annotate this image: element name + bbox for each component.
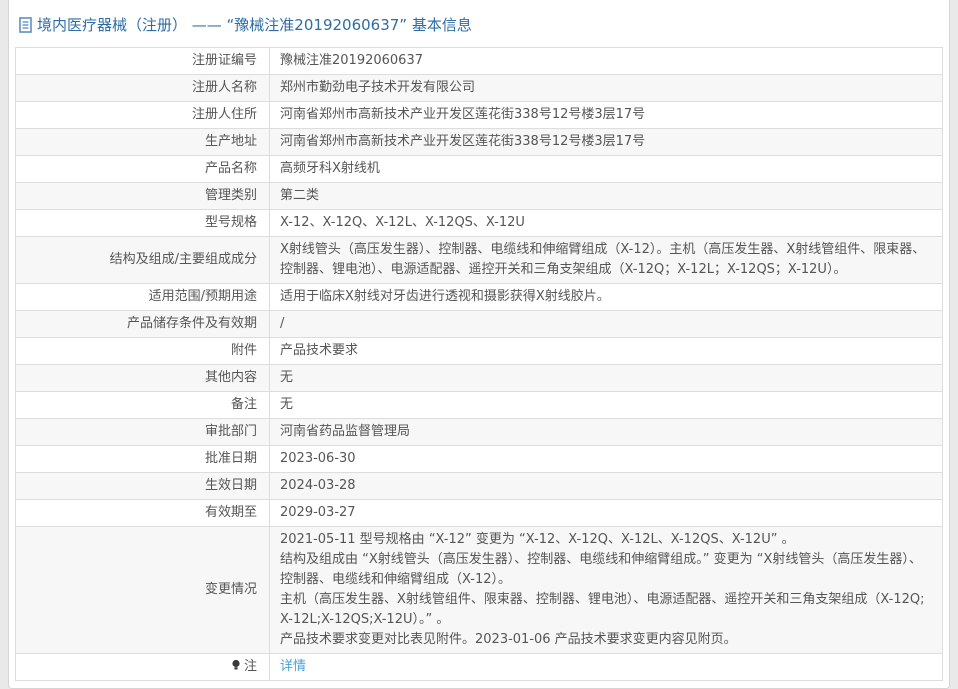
row-label: 结构及组成/主要组成成分 (16, 237, 270, 284)
row-label-note: 注 (16, 654, 270, 681)
table-row: 备注 无 (16, 392, 943, 419)
row-value: 郑州市勤劲电子技术开发有限公司 (270, 75, 943, 102)
content-panel: 境内医疗器械（注册） —— “豫械注准20192060637” 基本信息 注册证… (8, 0, 950, 689)
table-row: 审批部门 河南省药品监督管理局 (16, 419, 943, 446)
row-label: 其他内容 (16, 365, 270, 392)
table-row: 结构及组成/主要组成成分 X射线管头（高压发生器）、控制器、电缆线和伸缩臂组成（… (16, 237, 943, 284)
row-value: 河南省药品监督管理局 (270, 419, 943, 446)
row-label: 型号规格 (16, 210, 270, 237)
table-row: 有效期至 2029-03-27 (16, 500, 943, 527)
table-row: 生效日期 2024-03-28 (16, 473, 943, 500)
row-label: 变更情况 (16, 527, 270, 654)
row-value: 产品技术要求 (270, 338, 943, 365)
row-value-change-history: 2021-05-11 型号规格由 “X-12” 变更为 “X-12、X-12Q、… (270, 527, 943, 654)
row-value: / (270, 311, 943, 338)
table-row: 注册人住所 河南省郑州市高新技术产业开发区莲花街338号12号楼3层17号 (16, 102, 943, 129)
table-row: 生产地址 河南省郑州市高新技术产业开发区莲花街338号12号楼3层17号 (16, 129, 943, 156)
row-value: 豫械注准20192060637 (270, 48, 943, 75)
row-value: 第二类 (270, 183, 943, 210)
row-value: X-12、X-12Q、X-12L、X-12QS、X-12U (270, 210, 943, 237)
page-title-bar: 境内医疗器械（注册） —— “豫械注准20192060637” 基本信息 (15, 0, 943, 47)
row-value: 2024-03-28 (270, 473, 943, 500)
row-value-note: 详情 (270, 654, 943, 681)
row-label: 适用范围/预期用途 (16, 284, 270, 311)
document-icon (19, 17, 33, 33)
table-row: 附件 产品技术要求 (16, 338, 943, 365)
row-label: 有效期至 (16, 500, 270, 527)
row-label: 产品储存条件及有效期 (16, 311, 270, 338)
page-title: 境内医疗器械（注册） —— “豫械注准20192060637” 基本信息 (37, 14, 472, 35)
row-label: 生产地址 (16, 129, 270, 156)
row-label: 产品名称 (16, 156, 270, 183)
row-label: 注册人住所 (16, 102, 270, 129)
row-label: 批准日期 (16, 446, 270, 473)
row-value: 无 (270, 392, 943, 419)
table-row: 管理类别 第二类 (16, 183, 943, 210)
row-value: 2029-03-27 (270, 500, 943, 527)
row-label: 管理类别 (16, 183, 270, 210)
table-row: 批准日期 2023-06-30 (16, 446, 943, 473)
row-label: 备注 (16, 392, 270, 419)
table-row: 适用范围/预期用途 适用于临床X射线对牙齿进行透视和摄影获得X射线胶片。 (16, 284, 943, 311)
registration-info-table: 注册证编号 豫械注准20192060637 注册人名称 郑州市勤劲电子技术开发有… (15, 47, 943, 681)
row-label: 审批部门 (16, 419, 270, 446)
table-row-note: 注 详情 (16, 654, 943, 681)
details-link[interactable]: 详情 (280, 659, 306, 674)
row-value: 高频牙科X射线机 (270, 156, 943, 183)
row-value: X射线管头（高压发生器）、控制器、电缆线和伸缩臂组成（X-12）。主机（高压发生… (270, 237, 943, 284)
row-value: 河南省郑州市高新技术产业开发区莲花街338号12号楼3层17号 (270, 102, 943, 129)
row-value: 无 (270, 365, 943, 392)
row-label: 注册人名称 (16, 75, 270, 102)
table-row-change-history: 变更情况 2021-05-11 型号规格由 “X-12” 变更为 “X-12、X… (16, 527, 943, 654)
row-label: 附件 (16, 338, 270, 365)
row-value: 河南省郑州市高新技术产业开发区莲花街338号12号楼3层17号 (270, 129, 943, 156)
row-label: 生效日期 (16, 473, 270, 500)
row-label: 注册证编号 (16, 48, 270, 75)
table-row: 注册证编号 豫械注准20192060637 (16, 48, 943, 75)
table-row: 注册人名称 郑州市勤劲电子技术开发有限公司 (16, 75, 943, 102)
table-row: 产品名称 高频牙科X射线机 (16, 156, 943, 183)
row-value: 适用于临床X射线对牙齿进行透视和摄影获得X射线胶片。 (270, 284, 943, 311)
table-row: 产品储存条件及有效期 / (16, 311, 943, 338)
row-value: 2023-06-30 (270, 446, 943, 473)
table-row: 型号规格 X-12、X-12Q、X-12L、X-12QS、X-12U (16, 210, 943, 237)
bulb-icon (231, 659, 241, 672)
table-row: 其他内容 无 (16, 365, 943, 392)
